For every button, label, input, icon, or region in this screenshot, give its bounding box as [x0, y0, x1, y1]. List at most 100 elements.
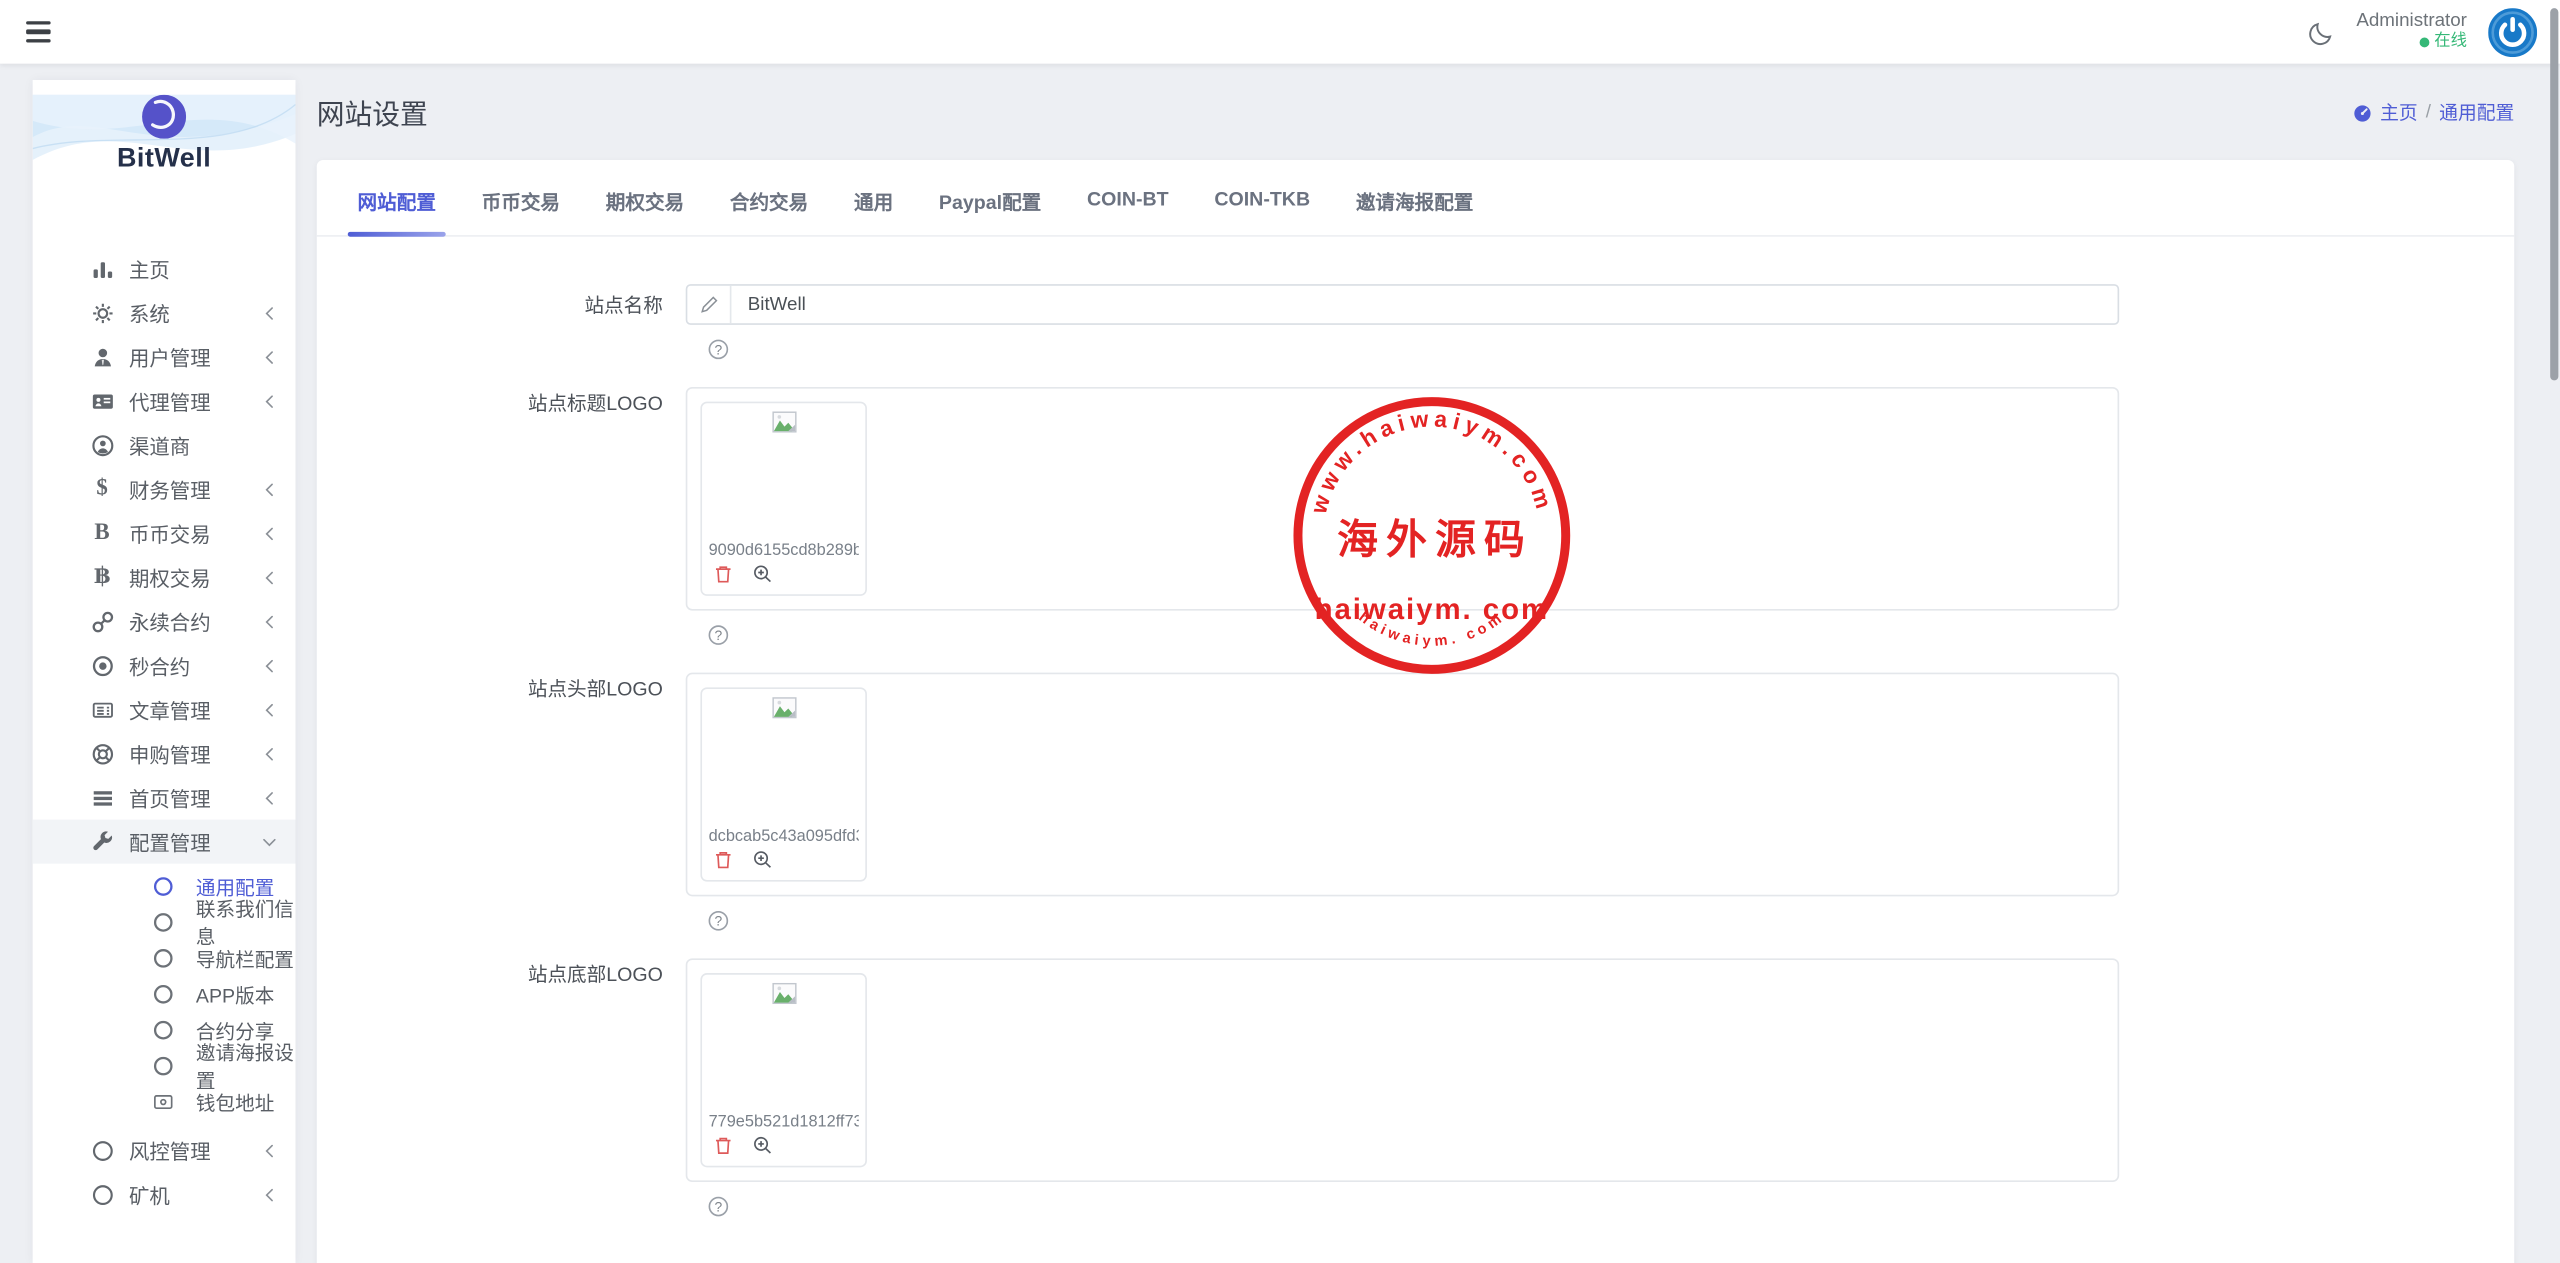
chevron-left-icon — [263, 1144, 276, 1157]
settings-card: 网站配置币币交易期权交易合约交易通用 Paypal配置 COIN-BT COIN-TK… — [317, 160, 2515, 1263]
logo-label: 站点底部LOGO — [317, 958, 686, 987]
sidebar-item-12[interactable]: 首页管理 — [33, 776, 296, 820]
page-head: 网站设置 主页 / 通用配置 — [317, 80, 2515, 144]
tab-3[interactable]: 合约交易 — [730, 188, 808, 235]
help-row: ? — [709, 619, 2515, 639]
tab-7[interactable]: COIN-TKB — [1214, 188, 1310, 235]
sidebar-item-6[interactable]: B币币交易 — [33, 511, 296, 555]
chevron-left-icon — [263, 659, 276, 672]
broken-image-icon — [702, 411, 865, 440]
sidebar-item-label: 渠道商 — [129, 429, 190, 460]
sidebar-item-5[interactable]: $财务管理 — [33, 467, 296, 511]
sidebar: BitWell 主页系统用户管理代理管理渠道商 $财务管理B币币交易฿期权交易永续… — [33, 80, 296, 1263]
tab-8[interactable]: 邀请海报配置 — [1356, 188, 1474, 235]
logo-upload-dropzone[interactable]: 779e5b521d1812ff73a08de... — [686, 958, 2119, 1182]
sidebar-subitem-13-3[interactable]: APP版本 — [33, 976, 296, 1012]
chevron-left-icon — [263, 571, 276, 584]
page: Administrator 在线 — [0, 0, 2560, 1263]
radio-icon — [153, 877, 173, 897]
life-ring-icon — [90, 741, 114, 765]
help-icon[interactable]: ? — [709, 340, 729, 360]
trash-icon[interactable] — [713, 1135, 733, 1156]
breadcrumb-home-link[interactable]: 主页 — [2380, 99, 2418, 125]
sidebar-item-15[interactable]: 矿机 — [33, 1172, 296, 1216]
sidebar-item-label: 主页 — [129, 253, 170, 284]
sidebar-item-label: 风控管理 — [129, 1135, 211, 1166]
sidebar-subitem-13-2[interactable]: 导航栏配置 — [33, 940, 296, 976]
chevron-left-icon — [263, 527, 276, 540]
site-name-row: 站点名称 — [317, 284, 2119, 325]
uploaded-file-card: 779e5b521d1812ff73a08de... — [700, 973, 867, 1167]
vertical-scrollbar[interactable] — [2550, 8, 2558, 380]
tab-2[interactable]: 期权交易 — [606, 188, 684, 235]
sidebar-item-label: 配置管理 — [129, 826, 211, 857]
file-actions — [713, 849, 772, 870]
tab-4[interactable]: 通用 — [854, 188, 893, 235]
help-icon[interactable]: ? — [709, 1197, 729, 1217]
sidebar-item-8[interactable]: 永续合约 — [33, 599, 296, 643]
user-meta: Administrator 在线 — [2356, 11, 2467, 53]
sidebar-subitem-13-6[interactable]: 钱包地址 — [33, 1084, 296, 1120]
user-status-label: 在线 — [2434, 33, 2467, 53]
tab-1[interactable]: 币币交易 — [482, 188, 560, 235]
online-dot-icon — [2420, 38, 2430, 48]
zoom-in-icon[interactable] — [753, 1135, 773, 1156]
site-name-input[interactable] — [731, 286, 2117, 324]
sidebar-item-2[interactable]: 用户管理 — [33, 335, 296, 379]
help-row: ? — [709, 333, 2515, 353]
sidebar-item-9[interactable]: 秒合约 — [33, 643, 296, 687]
tab-5[interactable]: Paypal配置 — [939, 188, 1041, 235]
sidebar-item-11[interactable]: 申购管理 — [33, 731, 296, 775]
logo-label: 站点头部LOGO — [317, 673, 686, 702]
trash-icon[interactable] — [713, 849, 733, 870]
user-tie-icon — [90, 344, 114, 368]
hamburger-menu-icon[interactable] — [23, 15, 54, 49]
help-row: ? — [709, 904, 2515, 924]
sidebar-item-label: 申购管理 — [129, 738, 211, 769]
main-content: 网站设置 主页 / 通用配置 网站配置币币交易期权交易合约交易通用 Paypal配… — [317, 80, 2515, 1263]
zoom-in-icon[interactable] — [753, 849, 773, 870]
chevron-left-icon — [263, 747, 276, 760]
tab-6[interactable]: COIN-BT — [1087, 188, 1169, 235]
zoom-in-icon[interactable] — [753, 563, 773, 584]
dashboard-icon — [2352, 102, 2372, 122]
sidebar-subitem-13-1[interactable]: 联系我们信息 — [33, 904, 296, 940]
dot-circle-icon — [90, 653, 114, 677]
help-icon[interactable]: ? — [709, 626, 729, 646]
tab-0[interactable]: 网站配置 — [358, 188, 436, 235]
id-card-icon — [90, 389, 114, 413]
radio-icon — [153, 1056, 173, 1076]
help-icon[interactable]: ? — [709, 911, 729, 931]
sidebar-item-13[interactable]: 配置管理 — [33, 820, 296, 864]
sidebar-item-14[interactable]: 风控管理 — [33, 1128, 296, 1172]
logo-row-2: 站点底部LOGO 779e5b521d1812ff73a08de... — [317, 958, 2119, 1182]
logo-upload-dropzone[interactable]: dcbcab5c43a095dfd373644... — [686, 673, 2119, 897]
chevron-left-icon — [263, 615, 276, 628]
logo-upload-dropzone[interactable]: 9090d6155cd8b289bb93e6... — [686, 387, 2119, 611]
page-title: 网站设置 — [317, 91, 428, 132]
moon-icon[interactable] — [2309, 19, 2335, 45]
trash-icon[interactable] — [713, 563, 733, 584]
submenu-item-label: 联系我们信息 — [196, 895, 296, 951]
submenu-item-label: 导航栏配置 — [196, 944, 294, 972]
top-navbar: Administrator 在线 — [0, 0, 2560, 64]
user-status: 在线 — [2356, 33, 2467, 53]
breadcrumb: 主页 / 通用配置 — [2352, 99, 2514, 125]
sidebar-item-4[interactable]: 渠道商 — [33, 423, 296, 467]
radio-icon — [153, 913, 173, 933]
user-name: Administrator — [2356, 11, 2467, 34]
sidebar-item-label: 首页管理 — [129, 782, 211, 813]
brand: BitWell — [33, 95, 296, 219]
breadcrumb-current[interactable]: 通用配置 — [2439, 99, 2514, 125]
uploaded-file-card: dcbcab5c43a095dfd373644... — [700, 687, 867, 881]
sidebar-item-0[interactable]: 主页 — [33, 247, 296, 291]
brand-name: BitWell — [33, 144, 296, 175]
sidebar-item-3[interactable]: 代理管理 — [33, 379, 296, 423]
sidebar-item-10[interactable]: 文章管理 — [33, 687, 296, 731]
sidebar-item-7[interactable]: ฿期权交易 — [33, 555, 296, 599]
avatar[interactable] — [2488, 7, 2537, 56]
sidebar-item-1[interactable]: 系统 — [33, 291, 296, 335]
radio-icon — [153, 984, 173, 1004]
submenu-item-label: APP版本 — [196, 980, 274, 1008]
sidebar-subitem-13-5[interactable]: 邀请海报设置 — [33, 1048, 296, 1084]
